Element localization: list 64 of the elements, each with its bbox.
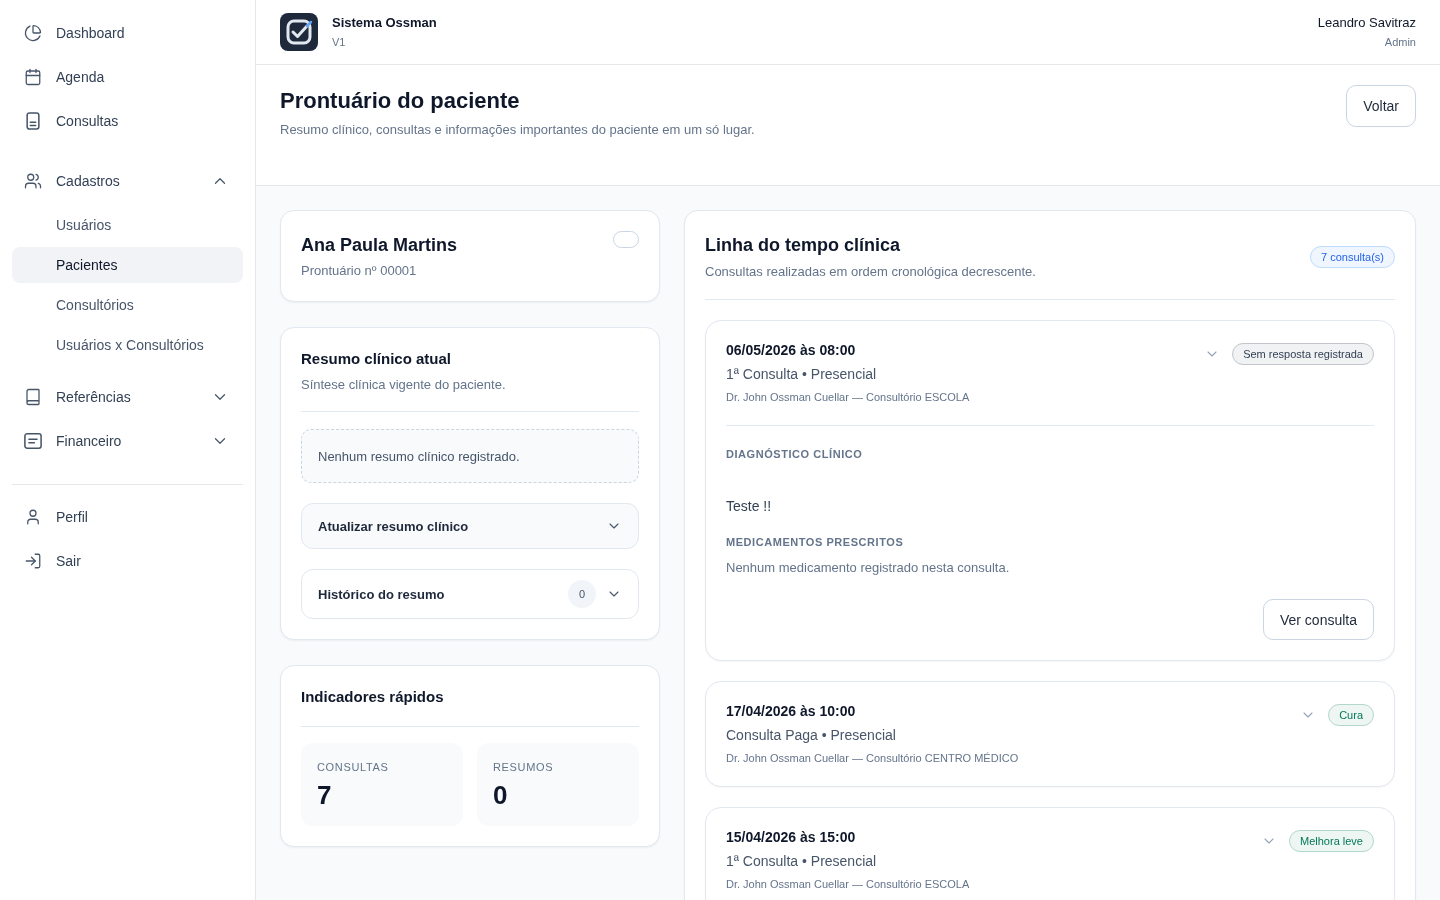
list-card-icon [24, 432, 42, 450]
doctor-line: Dr. John Ossman Cuellar — Consultório CENTRO MÉDICO [726, 751, 1019, 766]
sidebar-item[interactable]: Cadastros [12, 159, 243, 203]
doctor-line: Dr. John Ossman Cuellar — Consultório ESCOLA [726, 877, 970, 892]
sidebar-subitem[interactable]: Usuários x Consultórios [12, 327, 243, 363]
consultation-type: 1ª Consulta • Presencial [726, 365, 878, 384]
medications-text: Nenhum medicamento registrado nesta consulta. [726, 559, 1011, 577]
user-icon [24, 508, 42, 526]
users-icon [24, 172, 42, 190]
count-badge: 0 [568, 580, 596, 608]
accordion-label: Histórico do resumo [318, 586, 445, 602]
accordion-label: Atualizar resumo clínico [318, 518, 469, 534]
sidebar-item[interactable]: Perfil [12, 495, 243, 539]
card-title: Indicadores rápidos [301, 687, 445, 707]
outcome-tag: Melhora leve [1289, 830, 1374, 852]
card-subtitle: Síntese clínica vigente do paciente. [301, 376, 507, 394]
calendar-icon [24, 68, 42, 86]
empty-summary-box: Nenhum resumo clínico registrado. [301, 429, 639, 483]
pie-chart-icon [24, 24, 42, 42]
consultation-type: Consulta Paga • Presencial [726, 726, 897, 745]
back-button[interactable]: Voltar [1346, 85, 1416, 127]
sidebar-item[interactable]: Agenda [12, 55, 243, 99]
consultation-type: 1ª Consulta • Presencial [726, 852, 878, 871]
record-number: Prontuário nº 00001 [301, 262, 418, 280]
section-label: DIAGNÓSTICO CLÍNICO [726, 447, 864, 462]
patient-name: Ana Paula Martins [301, 234, 458, 257]
card-title: Resumo clínico atual [301, 349, 453, 369]
sidebar-subitem[interactable]: Pacientes [12, 247, 243, 283]
view-consultation-button[interactable]: Ver consulta [1262, 599, 1374, 640]
sidebar-item[interactable]: Referências [12, 375, 243, 419]
checkmark-logo-icon [280, 13, 318, 51]
empty-pill-icon [613, 231, 639, 248]
stat-value: 0 [493, 779, 509, 811]
outcome-tag: Cura [1328, 704, 1374, 726]
app-version: V1 [332, 35, 346, 50]
document-icon [24, 112, 42, 130]
consultation-datetime: 17/04/2026 às 10:00 [726, 702, 857, 721]
stat-value: 7 [317, 779, 333, 811]
sidebar-subitem[interactable]: Usuários [12, 207, 243, 243]
page-subtitle: Resumo clínico, consultas e informações importantes do paciente em um só lugar. [280, 121, 755, 139]
diagnosis-text: Teste !! [726, 497, 773, 516]
sidebar-item[interactable]: Dashboard [12, 11, 243, 55]
accordion-header[interactable]: Atualizar resumo clínico [301, 503, 639, 549]
timeline-subtitle: Consultas realizadas em ordem cronológica decrescente. [705, 263, 1036, 281]
outcome-tag: Sem resposta registrada [1232, 343, 1374, 365]
user-role: Admin [1384, 35, 1416, 50]
user-name: Leandro Savitraz [1317, 14, 1416, 32]
sidebar-subitem[interactable]: Consultórios [12, 287, 243, 323]
stat-label: CONSULTAS [317, 760, 390, 775]
timeline-title: Linha do tempo clínica [705, 234, 902, 257]
consultation-datetime: 06/05/2026 às 08:00 [726, 341, 857, 360]
sidebar-item[interactable]: Financeiro [12, 419, 243, 463]
section-label: MEDICAMENTOS PRESCRITOS [726, 535, 905, 550]
doctor-line: Dr. John Ossman Cuellar — Consultório ESCOLA [726, 390, 970, 405]
consultation-count-badge: 7 consulta(s) [1310, 246, 1395, 268]
book-icon [24, 388, 42, 406]
page-title: Prontuário do paciente [280, 87, 521, 115]
sidebar-item[interactable]: Sair [12, 539, 243, 583]
accordion-header[interactable]: Histórico do resumo 0 [301, 569, 639, 619]
app-name: Sistema Ossman [332, 14, 437, 32]
login-arrow-icon [24, 552, 42, 570]
consultation-datetime: 15/04/2026 às 15:00 [726, 828, 857, 847]
stat-label: RESUMOS [493, 760, 555, 775]
sidebar-item[interactable]: Consultas [12, 99, 243, 143]
